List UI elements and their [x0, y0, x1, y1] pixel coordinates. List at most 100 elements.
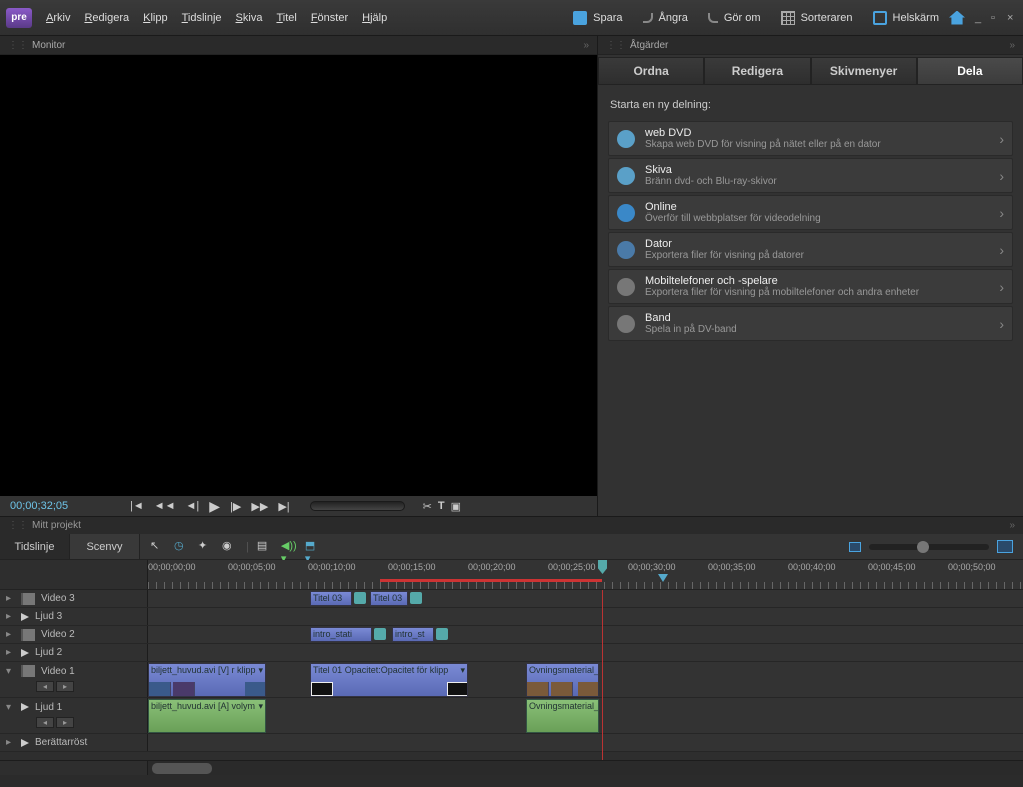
step-fwd-button[interactable]: |▶ — [230, 500, 241, 513]
grip-icon[interactable]: ⋮⋮ — [606, 40, 626, 51]
track-next-btn[interactable]: ▸ — [56, 681, 74, 692]
track-label: Ljud 2 — [35, 647, 62, 658]
smartfix-icon[interactable]: ◉ — [222, 539, 238, 555]
goto-start-button[interactable]: |◄ — [130, 500, 144, 512]
share-item-1[interactable]: Skiva Bränn dvd- och Blu-ray-skivor › — [608, 158, 1013, 193]
freeze-frame-button[interactable]: ▣ — [451, 500, 461, 513]
share-item-0[interactable]: web DVD Skapa web DVD för visning på nät… — [608, 121, 1013, 156]
transition-icon[interactable] — [354, 592, 366, 604]
share-item-title: Mobiltelefoner och -spelare — [645, 275, 999, 287]
zoom-slider[interactable] — [869, 544, 989, 550]
zoom-out-icon[interactable] — [849, 542, 861, 552]
menu-fonster[interactable]: Fönster — [311, 12, 348, 24]
zoom-in-icon[interactable] — [997, 540, 1013, 553]
speaker-icon — [21, 613, 29, 621]
track-ljud3: ▸Ljud 3 — [0, 608, 1023, 626]
track-header-video3[interactable]: ▸Video 3 — [0, 590, 148, 607]
share-item-title: Band — [645, 312, 999, 324]
track-prev-btn[interactable]: ◂ — [36, 681, 54, 692]
track-header-ljud1[interactable]: ▾Ljud 1 ◂▸ — [0, 698, 148, 733]
marker-icon[interactable] — [658, 574, 668, 582]
tab-redigera[interactable]: Redigera — [704, 57, 810, 85]
track-header-video1[interactable]: ▾Video 1 ◂▸ — [0, 662, 148, 697]
panel-menu-icon[interactable]: » — [583, 40, 589, 51]
save-button[interactable]: Spara — [573, 11, 622, 25]
maximize-button[interactable]: ▫ — [991, 13, 1001, 23]
menu-arkiv[interactable]: Arkiv — [46, 12, 70, 24]
track-header-ljud3[interactable]: ▸Ljud 3 — [0, 608, 148, 625]
clip-titel03b[interactable]: Titel 03 — [370, 591, 408, 606]
tab-scenvy[interactable]: Scenvy — [70, 534, 140, 559]
clip-titel03a[interactable]: Titel 03 — [310, 591, 352, 606]
clip-biljett-a[interactable]: biljett_huvud.avi [A] volym▾ — [148, 699, 266, 733]
shuttle-slider[interactable] — [310, 501, 405, 511]
minimize-button[interactable]: _ — [975, 13, 985, 23]
organizer-button[interactable]: Sorteraren — [781, 11, 853, 25]
menu-titel[interactable]: Titel — [276, 12, 296, 24]
menu-skiva[interactable]: Skiva — [236, 12, 263, 24]
track-prev-btn[interactable]: ◂ — [36, 717, 54, 728]
panel-menu-icon[interactable]: » — [1009, 40, 1015, 51]
track-header-ljud2[interactable]: ▸Ljud 2 — [0, 644, 148, 661]
track-video2: ▸Video 2 intro_stati intro_st — [0, 626, 1023, 644]
audio-tools-icon[interactable]: ◀)) ▾ — [281, 539, 297, 555]
chevron-right-icon: › — [999, 279, 1004, 295]
playhead-handle[interactable] — [598, 560, 607, 574]
share-icon — [617, 315, 635, 333]
track-next-btn[interactable]: ▸ — [56, 717, 74, 728]
clip-titel01[interactable]: Titel 01 Opacitet:Opacitet för klipp▾ — [310, 663, 468, 697]
ruler-tick: 00;00;20;00 — [468, 562, 516, 572]
close-button[interactable]: × — [1007, 13, 1017, 23]
scrollbar-thumb[interactable] — [152, 763, 212, 774]
work-area-bar[interactable] — [380, 579, 602, 582]
clip-biljett-v[interactable]: biljett_huvud.avi [V] r klipp▾ — [148, 663, 266, 697]
redo-button[interactable]: Gör om — [708, 12, 761, 24]
track-header-narrator[interactable]: ▸Berättarröst — [0, 734, 148, 751]
clip-intro-a[interactable]: intro_stati — [310, 627, 372, 642]
transition-icon[interactable] — [374, 628, 386, 640]
panel-menu-icon[interactable]: » — [1009, 520, 1015, 531]
horizontal-scrollbar[interactable] — [0, 760, 1023, 775]
tab-dela[interactable]: Dela — [917, 57, 1023, 85]
rewind-button[interactable]: ◄◄ — [154, 500, 176, 512]
step-back-button[interactable]: ◄| — [186, 500, 200, 512]
fastfwd-button[interactable]: ▶▶ — [251, 500, 268, 513]
split-clip-button[interactable]: ✂ — [423, 500, 432, 513]
transition-icon[interactable] — [410, 592, 422, 604]
share-item-4[interactable]: Mobiltelefoner och -spelare Exportera fi… — [608, 269, 1013, 304]
share-item-3[interactable]: Dator Exportera filer för visning på dat… — [608, 232, 1013, 267]
properties-icon[interactable]: ✦ — [198, 539, 214, 555]
clip-intro-b[interactable]: intro_st — [392, 627, 434, 642]
timeline-toolbar: Tidslinje Scenvy ↖ ◷ ✦ ◉ | ▤ ◀)) ▾ ⬒ ▾ — [0, 534, 1023, 560]
fullscreen-button[interactable]: Helskärm — [873, 11, 939, 25]
play-button[interactable]: ▶ — [209, 498, 220, 515]
menu-tidslinje[interactable]: Tidslinje — [182, 12, 222, 24]
title-tool-button[interactable]: T — [438, 500, 445, 513]
time-ruler[interactable]: 00;00;00;0000;00;05;0000;00;10;0000;00;1… — [0, 560, 1023, 590]
menu-klipp[interactable]: Klipp — [143, 12, 167, 24]
transition-icon[interactable] — [436, 628, 448, 640]
track-display-icon[interactable]: ⬒ ▾ — [305, 539, 321, 555]
marker-icon[interactable]: ▤ — [257, 539, 273, 555]
clip-label: biljett_huvud.avi [V] r klipp — [151, 665, 256, 675]
clip-ovning-v[interactable]: Ovningsmaterial_se — [526, 663, 599, 697]
menu-hjalp[interactable]: Hjälp — [362, 12, 387, 24]
time-stretch-icon[interactable]: ◷ — [174, 539, 190, 555]
track-header-video2[interactable]: ▸Video 2 — [0, 626, 148, 643]
share-item-5[interactable]: Band Spela in på DV-band › — [608, 306, 1013, 341]
home-icon[interactable] — [949, 11, 965, 25]
share-item-2[interactable]: Online Överför till webbplatser för vide… — [608, 195, 1013, 230]
undo-button[interactable]: Ångra — [643, 12, 688, 24]
grip-icon[interactable]: ⋮⋮ — [8, 520, 28, 531]
track-label: Video 1 — [41, 666, 75, 677]
menu-redigera[interactable]: Redigera — [84, 12, 129, 24]
timecode[interactable]: 00;00;32;05 — [10, 500, 90, 512]
clip-ovning-a[interactable]: Ovningsmaterial_se — [526, 699, 599, 733]
tab-tidslinje[interactable]: Tidslinje — [0, 534, 70, 559]
monitor-view[interactable] — [0, 55, 597, 496]
tab-ordna[interactable]: Ordna — [598, 57, 704, 85]
tab-skivmenyer[interactable]: Skivmenyer — [811, 57, 917, 85]
selection-tool-icon[interactable]: ↖ — [150, 539, 166, 555]
grip-icon[interactable]: ⋮⋮ — [8, 40, 28, 51]
goto-end-button[interactable]: ▶| — [278, 500, 289, 513]
